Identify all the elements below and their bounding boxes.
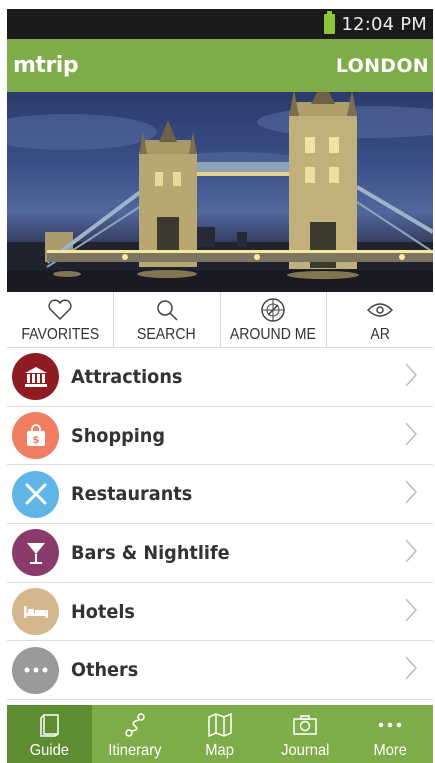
hero-image bbox=[7, 92, 433, 292]
cutlery-icon bbox=[12, 470, 59, 518]
category-label: Others bbox=[71, 659, 139, 682]
quick-actions-bar: FAVORITES SEARCH AROUND ME AR bbox=[7, 292, 433, 348]
chevron-right-icon bbox=[405, 363, 418, 391]
camera-icon bbox=[292, 710, 318, 740]
category-hotels[interactable]: Hotels bbox=[7, 583, 433, 642]
chevron-right-icon bbox=[405, 598, 418, 626]
category-attractions[interactable]: Attractions bbox=[7, 348, 433, 407]
guide-book-icon bbox=[39, 710, 60, 740]
category-shopping[interactable]: $ Shopping bbox=[7, 407, 433, 466]
tab-more[interactable]: More bbox=[348, 705, 433, 763]
chevron-right-icon bbox=[405, 539, 418, 567]
more-dots-icon bbox=[12, 646, 59, 694]
ar-button[interactable]: AR bbox=[327, 292, 433, 347]
svg-text:$: $ bbox=[32, 435, 39, 446]
heart-icon bbox=[47, 297, 73, 323]
category-label: Hotels bbox=[71, 600, 135, 623]
search-icon bbox=[155, 297, 179, 323]
chevron-right-icon bbox=[405, 480, 418, 508]
city-selector[interactable]: LONDON bbox=[336, 55, 429, 77]
around-me-button[interactable]: AROUND ME bbox=[221, 292, 328, 347]
chevron-right-icon bbox=[405, 422, 418, 450]
category-bars-nightlife[interactable]: Bars & Nightlife bbox=[7, 524, 433, 583]
status-bar: 12:04 PM bbox=[7, 9, 433, 39]
map-icon bbox=[207, 710, 233, 740]
category-label: Shopping bbox=[71, 424, 166, 447]
bottom-tab-bar: Guide Itinerary Map Journal More bbox=[7, 705, 433, 763]
category-list: Attractions $ Shopping Restaurants Bars … bbox=[7, 348, 433, 701]
tab-map[interactable]: Map bbox=[177, 705, 262, 763]
eye-icon bbox=[367, 297, 394, 323]
category-others[interactable]: Others bbox=[7, 641, 433, 701]
app-header: mtrip LONDON bbox=[7, 39, 433, 92]
category-label: Bars & Nightlife bbox=[71, 541, 230, 564]
category-label: Restaurants bbox=[71, 483, 193, 506]
tab-guide[interactable]: Guide bbox=[7, 705, 93, 763]
tab-journal[interactable]: Journal bbox=[263, 705, 348, 763]
shopping-bag-icon: $ bbox=[12, 412, 59, 460]
more-dots-icon bbox=[377, 710, 403, 740]
bed-icon bbox=[12, 588, 59, 636]
search-button[interactable]: SEARCH bbox=[114, 292, 221, 347]
favorites-button[interactable]: FAVORITES bbox=[7, 292, 114, 347]
cocktail-icon bbox=[12, 529, 59, 577]
compass-icon bbox=[260, 297, 286, 323]
route-icon bbox=[124, 710, 146, 740]
tower-bridge-illustration bbox=[7, 92, 433, 292]
status-time: 12:04 PM bbox=[341, 13, 427, 35]
app-logo: mtrip bbox=[13, 53, 79, 78]
museum-icon bbox=[12, 353, 59, 401]
phone-screen: 12:04 PM mtrip LONDON FAVORITES SEARCH A… bbox=[7, 9, 433, 763]
tab-itinerary[interactable]: Itinerary bbox=[92, 705, 177, 763]
category-label: Attractions bbox=[71, 365, 183, 388]
battery-icon bbox=[324, 11, 336, 34]
chevron-right-icon bbox=[405, 656, 418, 684]
category-restaurants[interactable]: Restaurants bbox=[7, 465, 433, 525]
